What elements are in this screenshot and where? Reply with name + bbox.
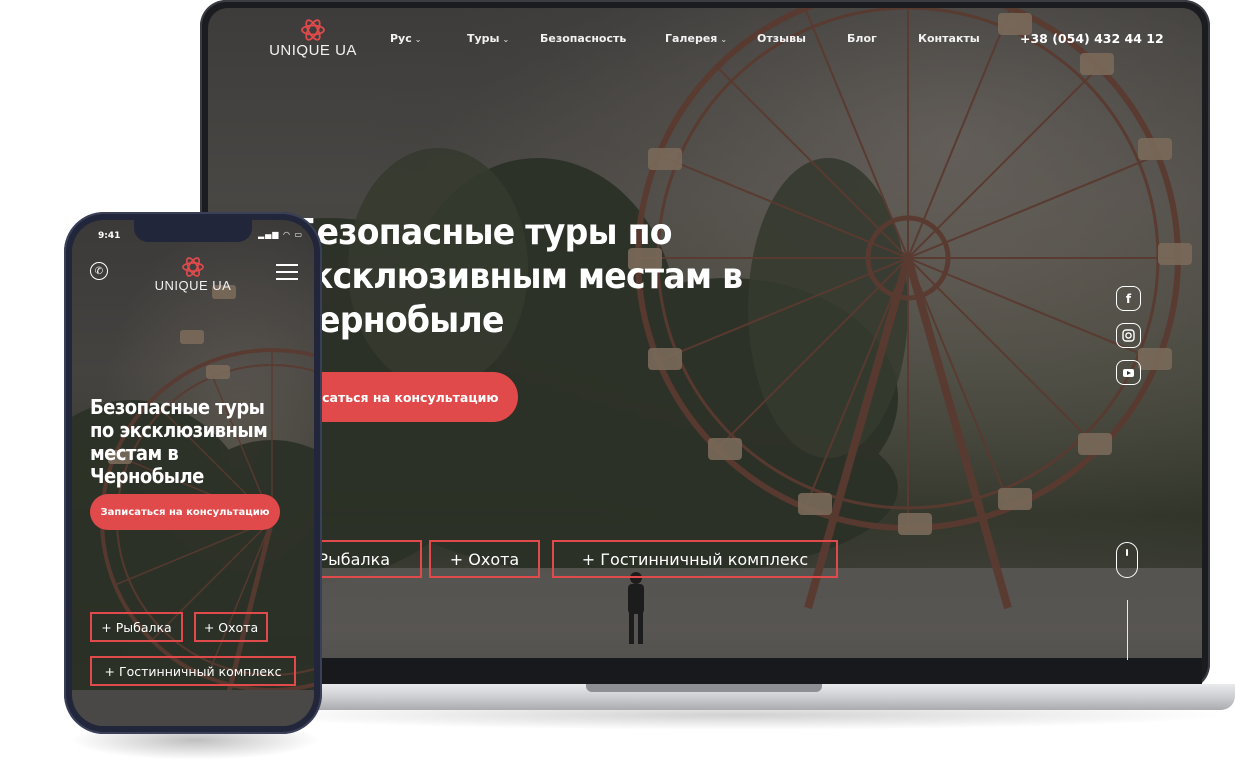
mobile-consultation-button[interactable]: Записаться на консультацию: [90, 494, 280, 530]
hero-title: Безопасные туры по эксклюзивным местам в…: [292, 212, 743, 341]
mobile-logo-text: UNIQUE UA: [154, 278, 232, 293]
mobile-tag-fishing[interactable]: + Рыбалка: [90, 612, 183, 642]
hamburger-menu-icon[interactable]: [276, 264, 298, 285]
atom-logo-icon: [182, 257, 204, 277]
tag-hotel[interactable]: + Гостинничный комплекс: [552, 540, 838, 578]
facebook-icon[interactable]: f: [1116, 286, 1141, 311]
phone-screen: 9:41 ▂▄▆ ◠ ▭ ✆ UNIQUE UA Безопасные туры…: [72, 220, 314, 726]
nav-item-lang[interactable]: Рус ⌄: [390, 32, 421, 45]
mobile-hero-title: Безопасные туры по эксклюзивным местам в…: [90, 395, 268, 488]
header-phone[interactable]: +38 (054) 432 44 12: [1020, 31, 1164, 46]
status-icons: ▂▄▆ ◠ ▭: [258, 230, 304, 239]
phone-call-icon[interactable]: ✆: [90, 262, 108, 280]
youtube-icon[interactable]: [1116, 360, 1141, 385]
chevron-down-icon: ⌄: [502, 35, 510, 44]
chevron-down-icon: ⌄: [720, 35, 728, 44]
nav-item-contacts[interactable]: Контакты: [918, 32, 980, 45]
nav-item-reviews[interactable]: Отзывы: [757, 32, 806, 45]
instagram-icon[interactable]: [1116, 323, 1141, 348]
nav-item-blog[interactable]: Блог: [847, 32, 877, 45]
mobile-logo[interactable]: UNIQUE UA: [148, 256, 238, 293]
tag-hunting[interactable]: + Охота: [429, 540, 540, 578]
chevron-down-icon: ⌄: [414, 35, 422, 44]
nav-item-gallery[interactable]: Галерея ⌄: [665, 32, 727, 45]
scroll-line: [1127, 600, 1128, 660]
nav-item-tours[interactable]: Туры ⌄: [467, 32, 509, 45]
screen-bottom-strip: [208, 658, 1202, 684]
phone-notch: [134, 220, 252, 242]
ferris-wheel-image: [208, 8, 1202, 684]
laptop-screen: UNIQUE UA Рус ⌄ Туры ⌄ Безопасность Галере…: [208, 8, 1202, 684]
logo-text: UNIQUE UA: [269, 42, 357, 59]
nav-item-safety[interactable]: Безопасность: [540, 32, 626, 45]
scroll-mouse-icon[interactable]: [1116, 542, 1138, 578]
status-time: 9:41: [98, 231, 121, 241]
atom-logo-icon: [301, 19, 325, 41]
mobile-tag-hotel[interactable]: + Гостинничный комплекс: [90, 656, 296, 686]
mobile-tag-hunting[interactable]: + Охота: [194, 612, 268, 642]
laptop-base: [230, 684, 1235, 710]
logo[interactable]: UNIQUE UA: [268, 18, 358, 59]
